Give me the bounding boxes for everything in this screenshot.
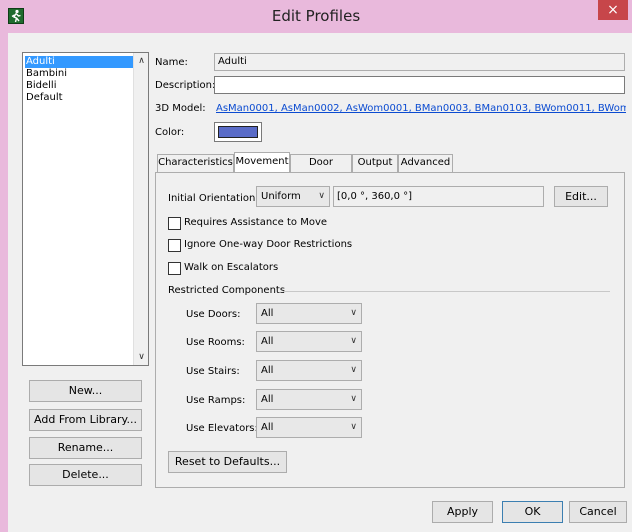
profile-list[interactable]: Adulti Bambini Bidelli Default [22,52,149,366]
use-ramps-select[interactable]: All ∨ [256,389,362,410]
orientation-select[interactable]: Uniform ∨ [256,186,330,207]
add-from-library-button[interactable]: Add From Library... [29,409,142,431]
use-ramps-label: Use Ramps: [186,395,246,406]
color-swatch [218,126,258,138]
model-link[interactable]: AsMan0001, AsMan0002, AsWom0001, BMan000… [216,103,626,114]
orientation-label: Initial Orientation: [168,193,259,204]
tab-door-choice[interactable]: Door Choice [290,154,352,184]
profile-item-bambini[interactable]: Bambini [25,68,133,80]
requires-assistance-checkbox[interactable] [168,217,181,230]
chevron-down-icon: ∨ [350,422,357,432]
color-button[interactable] [214,122,262,142]
tab-advanced[interactable]: Advanced [398,154,453,172]
requires-assistance-label: Requires Assistance to Move [184,217,328,228]
restricted-components-header: Restricted Components [168,285,286,296]
use-stairs-label: Use Stairs: [186,366,240,377]
model-label: 3D Model: [155,103,206,114]
ignore-oneway-label: Ignore One-way Door Restrictions [184,239,353,250]
tab-output[interactable]: Output [352,154,398,172]
use-elevators-label: Use Elevators: [186,423,258,434]
delete-button[interactable]: Delete... [29,464,142,486]
use-doors-label: Use Doors: [186,309,241,320]
walk-escalators-checkbox[interactable] [168,262,181,275]
profile-list-scrollbar[interactable]: ∧ ∨ [133,53,148,365]
orientation-select-value: Uniform [261,191,301,202]
chevron-down-icon: ∨ [350,365,357,375]
use-rooms-select[interactable]: All ∨ [256,331,362,352]
orientation-range-field: [0,0 °, 360,0 °] [333,186,544,207]
profile-item-bidelli[interactable]: Bidelli [25,80,133,92]
color-label: Color: [155,127,185,138]
chevron-down-icon: ∨ [350,336,357,346]
chevron-down-icon: ∨ [318,191,325,201]
scroll-down-icon[interactable]: ∨ [134,350,149,364]
name-field: Adulti [214,53,625,71]
profile-item-adulti[interactable]: Adulti [25,56,133,68]
use-stairs-select[interactable]: All ∨ [256,360,362,381]
apply-button[interactable]: Apply [432,501,493,523]
scroll-up-icon[interactable]: ∧ [134,54,149,68]
section-divider [283,291,610,292]
tab-movement[interactable]: Movement [234,152,290,172]
close-button[interactable]: × [598,0,628,20]
chevron-down-icon: ∨ [350,308,357,318]
rename-button[interactable]: Rename... [29,437,142,459]
window-title: Edit Profiles [271,7,361,25]
new-button[interactable]: New... [29,380,142,402]
walk-escalators-label: Walk on Escalators [184,262,279,273]
profile-item-default[interactable]: Default [25,92,133,104]
name-label: Name: [155,57,188,68]
ignore-oneway-checkbox[interactable] [168,239,181,252]
cancel-button[interactable]: Cancel [569,501,627,523]
reset-defaults-button[interactable]: Reset to Defaults... [168,451,287,473]
use-stairs-value: All [261,365,274,376]
ok-button[interactable]: OK [502,501,563,523]
use-elevators-value: All [261,422,274,433]
description-label: Description: [155,80,216,91]
use-rooms-value: All [261,336,274,347]
tab-characteristics[interactable]: Characteristics [157,154,234,172]
use-rooms-label: Use Rooms: [186,337,245,348]
use-elevators-select[interactable]: All ∨ [256,417,362,438]
use-doors-select[interactable]: All ∨ [256,303,362,324]
use-doors-value: All [261,308,274,319]
orientation-edit-button[interactable]: Edit... [554,186,608,207]
chevron-down-icon: ∨ [350,394,357,404]
use-ramps-value: All [261,394,274,405]
description-field[interactable] [214,76,625,94]
